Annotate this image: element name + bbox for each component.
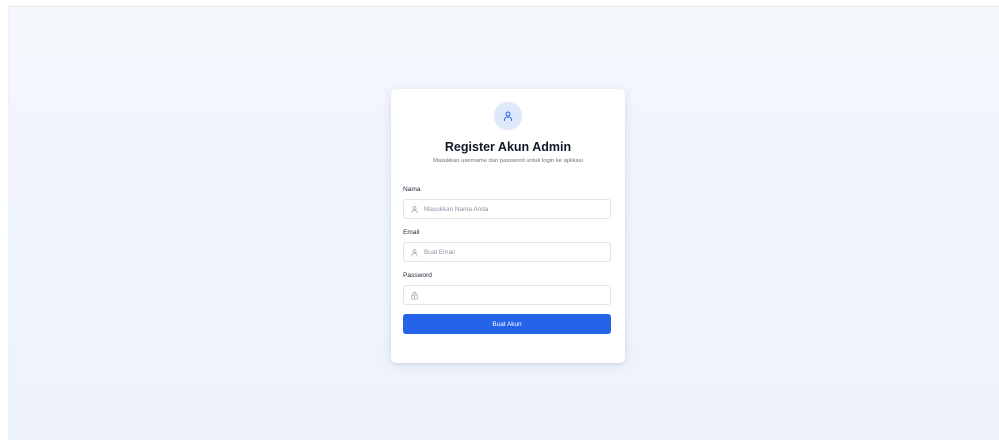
- page-background: Register Akun Admin Masukkan username da…: [8, 6, 999, 440]
- email-input[interactable]: [424, 245, 604, 259]
- nama-field[interactable]: [403, 199, 611, 219]
- email-label: Email: [403, 229, 420, 236]
- nama-input[interactable]: [424, 202, 604, 216]
- password-field[interactable]: [403, 285, 611, 305]
- page-subtitle: Masukkan username dan password untuk log…: [433, 158, 583, 164]
- nama-label: Nama: [403, 186, 421, 193]
- register-card: Register Akun Admin Masukkan username da…: [391, 89, 625, 363]
- create-account-button[interactable]: Buat Akun: [403, 314, 611, 334]
- avatar: [494, 102, 522, 130]
- lock-icon: [410, 291, 419, 300]
- user-icon: [410, 205, 419, 214]
- password-label: Password: [403, 272, 432, 279]
- user-icon: [502, 110, 514, 122]
- password-input[interactable]: [424, 288, 604, 302]
- page-title: Register Akun Admin: [444, 140, 572, 154]
- email-field[interactable]: [403, 242, 611, 262]
- user-icon: [410, 248, 419, 257]
